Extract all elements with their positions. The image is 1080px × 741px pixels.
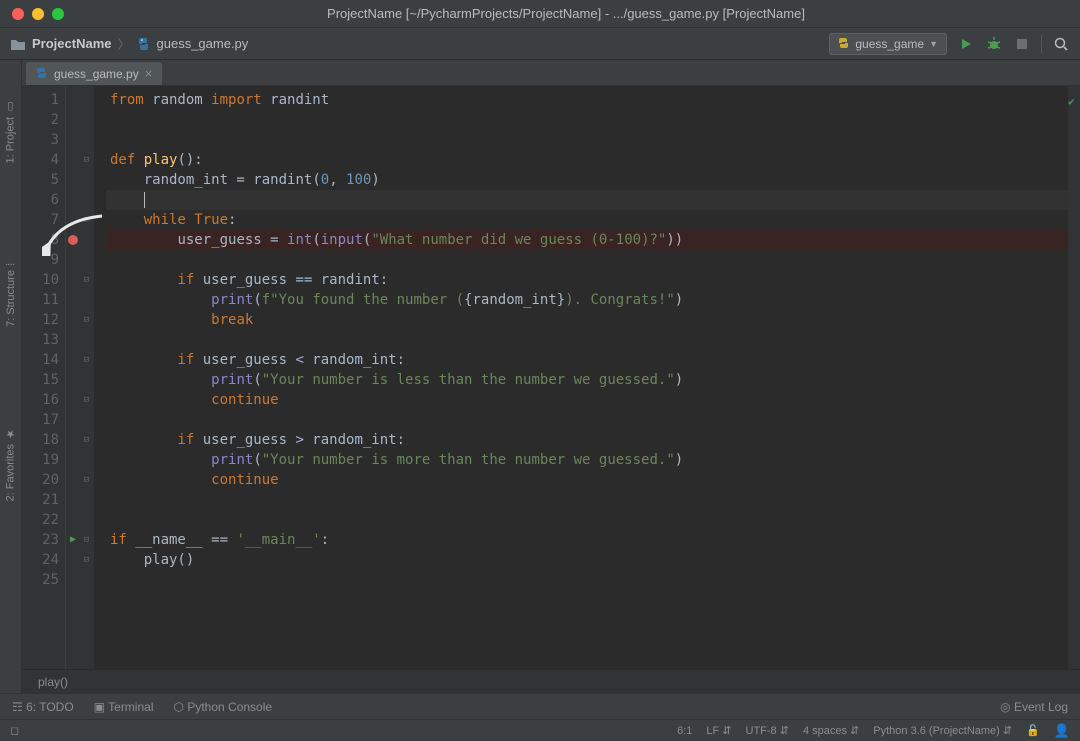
stop-button[interactable] [1013,35,1031,53]
python-icon [838,38,850,50]
code-line[interactable]: if user_guess == randint: [106,270,1068,290]
editor[interactable]: 1234567891011121314151617181920212223242… [22,86,1080,669]
breadcrumb-file[interactable]: guess_game.py [157,36,249,51]
indent-settings[interactable]: 4 spaces ⇵ [803,724,859,737]
lock-icon[interactable]: 🔓 [1026,724,1040,737]
fold-toggle[interactable]: ⊟ [80,310,93,330]
code-line[interactable]: print("Your number is more than the numb… [106,450,1068,470]
code-line[interactable] [106,510,1068,530]
structure-tool-button[interactable]: 7: Structure⁞ [5,263,17,327]
fold-toggle[interactable]: ⊟ [80,390,93,410]
fold-toggle[interactable]: ⊟ [80,270,93,290]
inspection-ok-icon: ✔ [1068,92,1075,112]
fold-toggle[interactable]: ⊟ [80,210,93,230]
code-line[interactable] [106,410,1068,430]
chevron-down-icon: ▼ [929,39,938,49]
run-configuration-selector[interactable]: guess_game ▼ [829,33,947,55]
code-breadcrumb[interactable]: play() [22,669,1080,693]
code-area[interactable]: from random import randint def play(): r… [94,86,1068,669]
python-interpreter[interactable]: Python 3.6 (ProjectName) ⇵ [873,724,1012,737]
window-title: ProjectName [~/PycharmProjects/ProjectNa… [64,6,1068,21]
project-tool-button[interactable]: 1: Project▯ [4,100,17,163]
window-controls [12,8,64,20]
fold-gutter[interactable]: ⊟⊟⊟⊟⊟⊟⊟⊟⊟⊟ [80,86,94,669]
fold-toggle[interactable]: ⊟ [80,470,93,490]
left-tool-strip: 1: Project▯ 7: Structure⁞ 2: Favorites★ [0,60,22,693]
fold-toggle[interactable]: ⊟ [80,350,93,370]
line-numbers: 1234567891011121314151617181920212223242… [22,86,66,669]
code-line[interactable] [106,330,1068,350]
zoom-window-button[interactable] [52,8,64,20]
code-line[interactable]: random_int = randint(0, 100) [106,170,1068,190]
breadcrumb-separator: 〉 [117,34,130,53]
code-line[interactable]: if user_guess > random_int: [106,430,1068,450]
tab-close-button[interactable]: × [145,66,153,81]
code-line[interactable] [106,110,1068,130]
fold-toggle[interactable]: ⊟ [80,150,93,170]
code-line[interactable]: play() [106,550,1068,570]
structure-icon: ⁞ [5,263,17,266]
run-button[interactable] [957,35,975,53]
code-line[interactable]: while True: [106,210,1068,230]
code-line[interactable]: user_guess = int(input("What number did … [106,230,1068,250]
status-bar: ◻ 6:1 LF ⇵ UTF-8 ⇵ 4 spaces ⇵ Python 3.6… [0,719,1080,741]
python-file-icon [36,68,48,80]
fold-toggle[interactable]: ⊟ [80,550,93,570]
breakpoint-gutter[interactable]: ▶ [66,86,80,669]
code-line[interactable]: print("Your number is less than the numb… [106,370,1068,390]
code-line[interactable]: print(f"You found the number ({random_in… [106,290,1068,310]
tool-windows-quick-access[interactable]: ◻ [10,724,19,737]
breakpoint-marker[interactable] [68,235,78,245]
minimize-window-button[interactable] [32,8,44,20]
run-config-label: guess_game [855,37,924,51]
tab-guess-game[interactable]: guess_game.py × [26,62,162,85]
fold-toggle[interactable]: ⊟ [80,530,93,550]
file-encoding[interactable]: UTF-8 ⇵ [746,724,789,737]
python-icon: ⬡ [174,700,184,714]
tab-label: guess_game.py [54,67,139,81]
code-line[interactable]: if user_guess < random_int: [106,350,1068,370]
titlebar: ProjectName [~/PycharmProjects/ProjectNa… [0,0,1080,28]
code-line[interactable]: continue [106,470,1068,490]
close-window-button[interactable] [12,8,24,20]
code-line[interactable]: break [106,310,1068,330]
debug-button[interactable] [985,35,1003,53]
caret-position[interactable]: 6:1 [677,725,692,737]
code-line[interactable]: from random import randint [106,90,1068,110]
folder-icon: ▯ [4,100,17,113]
python-file-icon [137,37,151,51]
code-line[interactable]: def play(): [106,150,1068,170]
event-log-button[interactable]: ◎ Event Log [1000,700,1068,714]
error-stripe[interactable]: ✔ [1068,86,1080,669]
editor-tabs: guess_game.py × [22,60,1080,86]
code-line[interactable] [106,490,1068,510]
breadcrumb-project[interactable]: ProjectName [32,36,111,51]
code-line[interactable]: if __name__ == '__main__': [106,530,1068,550]
line-separator[interactable]: LF ⇵ [706,724,731,737]
code-line[interactable] [106,130,1068,150]
run-gutter-icon[interactable]: ▶ [70,530,76,550]
code-line[interactable] [106,190,1068,210]
code-line[interactable]: continue [106,390,1068,410]
folder-icon [10,37,26,51]
code-line[interactable] [106,250,1068,270]
inspector-icon[interactable]: 👤 [1054,723,1070,739]
fold-toggle[interactable]: ⊟ [80,430,93,450]
todo-tool-button[interactable]: ☶ 6: TODO [12,700,74,714]
toolbar: ProjectName 〉 guess_game.py guess_game ▼ [0,28,1080,60]
breadcrumb[interactable]: ProjectName 〉 guess_game.py [10,34,248,53]
python-console-tool-button[interactable]: ⬡ Python Console [174,700,273,714]
favorites-tool-button[interactable]: 2: Favorites★ [4,427,17,501]
star-icon: ★ [4,427,17,440]
code-line[interactable] [106,570,1068,590]
search-everywhere-button[interactable] [1052,35,1070,53]
bottom-tool-strip: ☶ 6: TODO ▣ Terminal ⬡ Python Console ◎ … [0,693,1080,719]
terminal-tool-button[interactable]: ▣ Terminal [94,700,154,714]
